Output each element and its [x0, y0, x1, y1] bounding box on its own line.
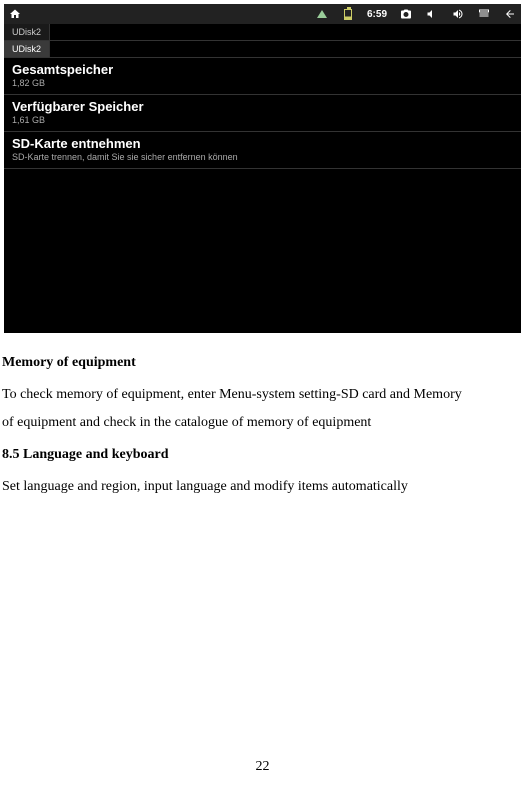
battery-icon — [341, 7, 355, 21]
volume-down-icon[interactable] — [425, 7, 439, 21]
wifi-icon — [315, 7, 329, 21]
total-storage-title: Gesamtspeicher — [12, 62, 513, 77]
unmount-sd-subtitle: SD-Karte trennen, damit Sie sie sicher e… — [12, 152, 513, 162]
tab-row-2: UDisk2 — [4, 41, 521, 58]
page-number: 22 — [0, 759, 525, 775]
unmount-sd-title: SD-Karte entnehmen — [12, 136, 513, 151]
total-storage-item[interactable]: Gesamtspeicher 1,82 GB — [4, 58, 521, 95]
total-storage-value: 1,82 GB — [12, 78, 513, 88]
empty-area — [4, 169, 521, 333]
paragraph-memory-2: of equipment and check in the catalogue … — [2, 409, 523, 437]
tab-udisk-1[interactable]: UDisk2 — [4, 24, 50, 40]
menu-icon[interactable] — [477, 7, 491, 21]
storage-list: Gesamtspeicher 1,82 GB Verfügbarer Speic… — [4, 58, 521, 169]
available-storage-item[interactable]: Verfügbarer Speicher 1,61 GB — [4, 95, 521, 132]
paragraph-language: Set language and region, input language … — [2, 473, 523, 501]
document-body: Memory of equipment To check memory of e… — [0, 333, 525, 501]
volume-up-icon[interactable] — [451, 7, 465, 21]
heading-language: 8.5 Language and keyboard — [2, 441, 523, 469]
unmount-sd-item[interactable]: SD-Karte entnehmen SD-Karte trennen, dam… — [4, 132, 521, 169]
camera-icon[interactable] — [399, 7, 413, 21]
tab-row: UDisk2 — [4, 24, 521, 41]
paragraph-memory-1: To check memory of equipment, enter Menu… — [2, 381, 523, 409]
device-screenshot: 6:59 UDisk2 UDisk2 Gesamtspeicher 1 — [4, 4, 521, 333]
available-storage-value: 1,61 GB — [12, 115, 513, 125]
status-time: 6:59 — [367, 9, 387, 20]
home-icon[interactable] — [8, 7, 22, 21]
heading-memory: Memory of equipment — [2, 349, 523, 377]
available-storage-title: Verfügbarer Speicher — [12, 99, 513, 114]
back-icon[interactable] — [503, 7, 517, 21]
tab-udisk-2[interactable]: UDisk2 — [4, 41, 50, 57]
status-bar: 6:59 — [4, 4, 521, 24]
